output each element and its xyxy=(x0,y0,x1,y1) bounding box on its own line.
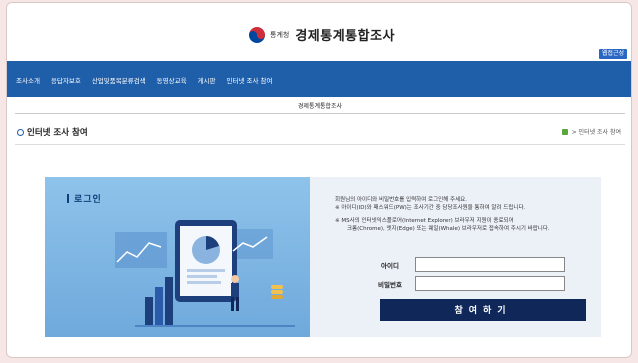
browser-frame: 통계청 경제통계통합조사 웹접근성 조사소개 응답자보호 산업및품목분류검색 동… xyxy=(6,2,632,358)
main-nav: 조사소개 응답자보호 산업및품목분류검색 동영상교육 게시판 인터넷 조사 참여 xyxy=(7,61,631,97)
id-row: 아이디 xyxy=(365,257,565,272)
participate-button[interactable]: 참여하기 xyxy=(380,299,586,321)
notice-line: ※ 아이디(ID)와 패스워드(PW)는 조사기간 중 담당조사원을 통하여 알… xyxy=(335,205,526,211)
nav-item-respondent-protection[interactable]: 응답자보호 xyxy=(51,75,81,85)
page-title: 인터넷 조사 참여 xyxy=(27,128,88,138)
notice-line: 크롬(Chrome), 엣지(Edge) 또는 웨일(Whale) 브라우저로 … xyxy=(347,226,550,232)
notice-line: 회원님의 아이디와 비밀번호를 입력하여 로그인해 주세요. xyxy=(335,197,467,203)
password-label: 비밀번호 xyxy=(378,280,402,289)
id-input[interactable] xyxy=(415,257,565,272)
home-icon[interactable] xyxy=(561,128,568,135)
divider xyxy=(15,113,625,114)
breadcrumb-current: > 인터넷 조사 참여 xyxy=(571,129,621,136)
circle-bullet-icon xyxy=(17,128,24,136)
password-input[interactable] xyxy=(415,276,565,291)
login-form-panel: 회원님의 아이디와 비밀번호를 입력하여 로그인해 주세요. ※ 아이디(ID)… xyxy=(310,177,601,337)
site-logo[interactable]: 통계청 경제통계통합조사 xyxy=(249,25,395,44)
nav-item-internet-survey[interactable]: 인터넷 조사 참여 xyxy=(227,75,273,85)
page-subtitle: 경제통계통합조사 xyxy=(297,103,343,110)
login-illustration-panel: 로그인 xyxy=(45,177,310,337)
divider xyxy=(15,144,625,145)
password-row: 비밀번호 xyxy=(365,276,565,291)
taegeuk-emblem-icon xyxy=(249,26,265,43)
data-analysis-illustration xyxy=(115,220,295,327)
nav-item-board[interactable]: 게시판 xyxy=(198,75,216,85)
nav-item-survey-intro[interactable]: 조사소개 xyxy=(16,75,40,85)
agency-name: 통계청 xyxy=(270,30,290,39)
login-notice: 회원님의 아이디와 비밀번호를 입력하여 로그인해 주세요. ※ 아이디(ID)… xyxy=(335,196,597,233)
site-title: 경제통계통합조사 xyxy=(295,29,396,44)
accessibility-button[interactable]: 웹접근성 xyxy=(598,49,627,59)
id-label: 아이디 xyxy=(381,261,399,270)
site-header: 통계청 경제통계통합조사 웹접근성 xyxy=(7,3,631,59)
notice-line: ※ MS사의 인터넷익스플로어(Internet Explorer) 브라우저 … xyxy=(335,218,514,224)
page-heading: 인터넷 조사 참여 xyxy=(17,126,88,138)
breadcrumb: > 인터넷 조사 참여 xyxy=(561,127,621,136)
nav-item-classification-search[interactable]: 산업및품목분류검색 xyxy=(92,75,146,85)
nav-item-video-education[interactable]: 동영상교육 xyxy=(157,75,187,85)
